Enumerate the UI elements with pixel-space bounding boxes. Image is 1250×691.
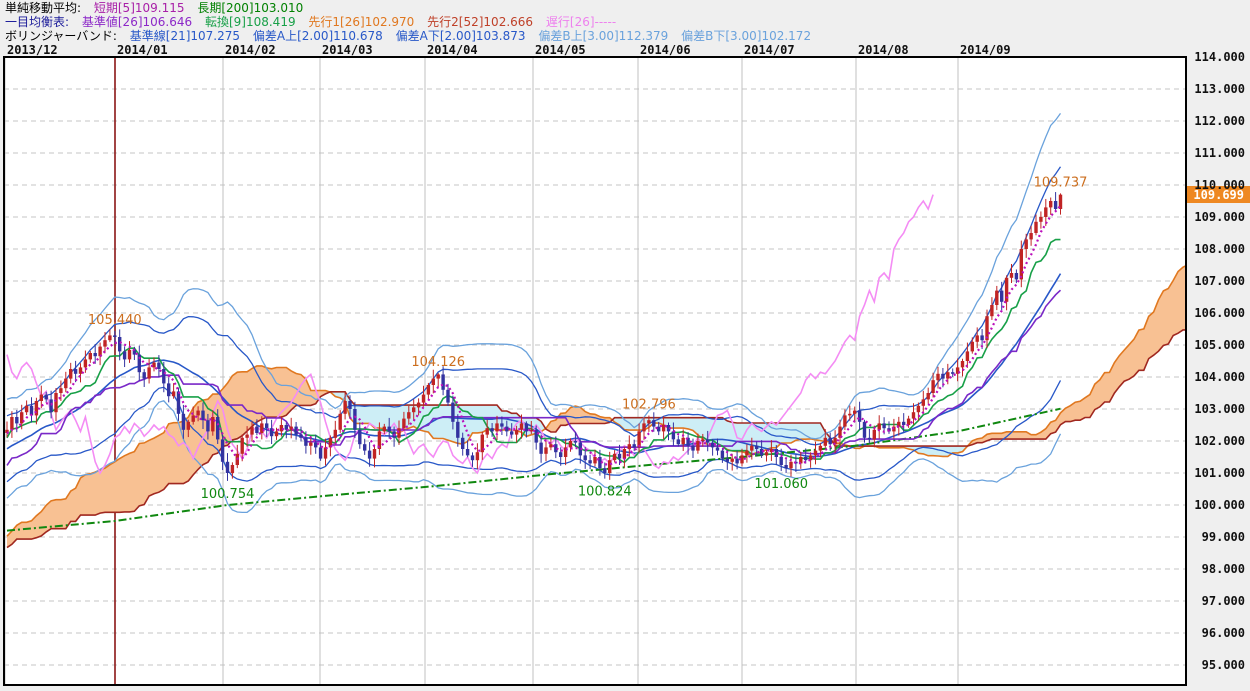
annotation-102.796: 102.796 <box>622 398 676 413</box>
y-axis-label: 104.000 <box>1194 370 1245 384</box>
price-axis: 109.699 114.000113.000112.000111.000110.… <box>1187 0 1250 691</box>
y-axis-label: 102.000 <box>1194 434 1245 448</box>
y-axis-label: 107.000 <box>1194 274 1245 288</box>
y-axis-label: 103.000 <box>1194 402 1245 416</box>
y-axis-label: 100.000 <box>1194 498 1245 512</box>
annotation-105.440: 105.440 <box>88 313 142 328</box>
y-axis-label: 96.000 <box>1202 626 1245 640</box>
price-chart[interactable]: 105.440 104.126 102.796 109.737 100.754 100.8… <box>0 0 1250 691</box>
y-axis-label: 113.000 <box>1194 82 1245 96</box>
plot-background <box>4 57 1186 685</box>
y-axis-label: 97.000 <box>1202 594 1245 608</box>
chart-window: 単純移動平均: 短期[5]109.115 長期[200]103.010 一目均衡… <box>0 0 1250 691</box>
y-axis-label: 95.000 <box>1202 658 1245 672</box>
annotation-101.060: 101.060 <box>754 477 808 492</box>
y-axis-label: 108.000 <box>1194 242 1245 256</box>
y-axis-label: 112.000 <box>1194 114 1245 128</box>
annotation-109.737: 109.737 <box>1034 175 1088 190</box>
y-axis-label: 111.000 <box>1194 146 1245 160</box>
y-axis-label: 109.000 <box>1194 210 1245 224</box>
y-axis-label: 101.000 <box>1194 466 1245 480</box>
y-axis-label: 99.000 <box>1202 530 1245 544</box>
y-axis-label: 110.000 <box>1194 178 1245 192</box>
annotation-104.126: 104.126 <box>411 355 465 370</box>
y-axis-label: 114.000 <box>1194 50 1245 64</box>
y-axis-label: 98.000 <box>1202 562 1245 576</box>
annotation-100.754: 100.754 <box>201 487 255 502</box>
y-axis-label: 105.000 <box>1194 338 1245 352</box>
y-axis-label: 106.000 <box>1194 306 1245 320</box>
annotation-100.824: 100.824 <box>578 485 632 500</box>
